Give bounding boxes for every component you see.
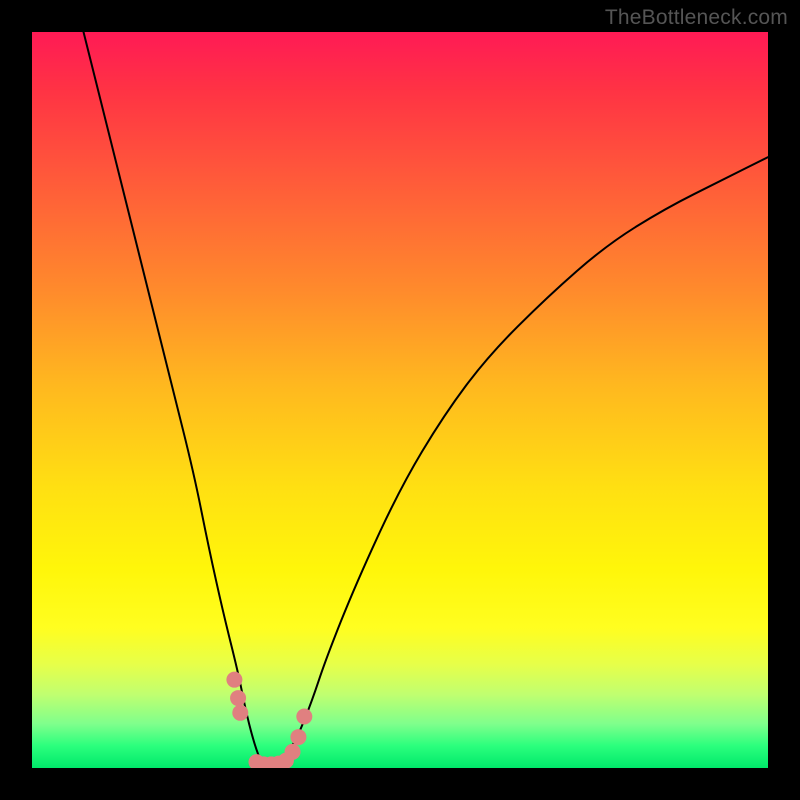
chart-svg bbox=[32, 32, 768, 768]
curve-marker bbox=[226, 672, 242, 688]
chart-frame: TheBottleneck.com bbox=[0, 0, 800, 800]
curve-markers bbox=[226, 672, 312, 768]
curve-marker bbox=[290, 729, 306, 745]
curve-marker bbox=[296, 708, 312, 724]
curve-marker bbox=[230, 690, 246, 706]
watermark-text: TheBottleneck.com bbox=[605, 6, 788, 30]
curve-marker bbox=[285, 744, 301, 760]
chart-plot-area bbox=[32, 32, 768, 768]
curve-marker bbox=[232, 705, 248, 721]
bottleneck-curve bbox=[84, 32, 768, 768]
